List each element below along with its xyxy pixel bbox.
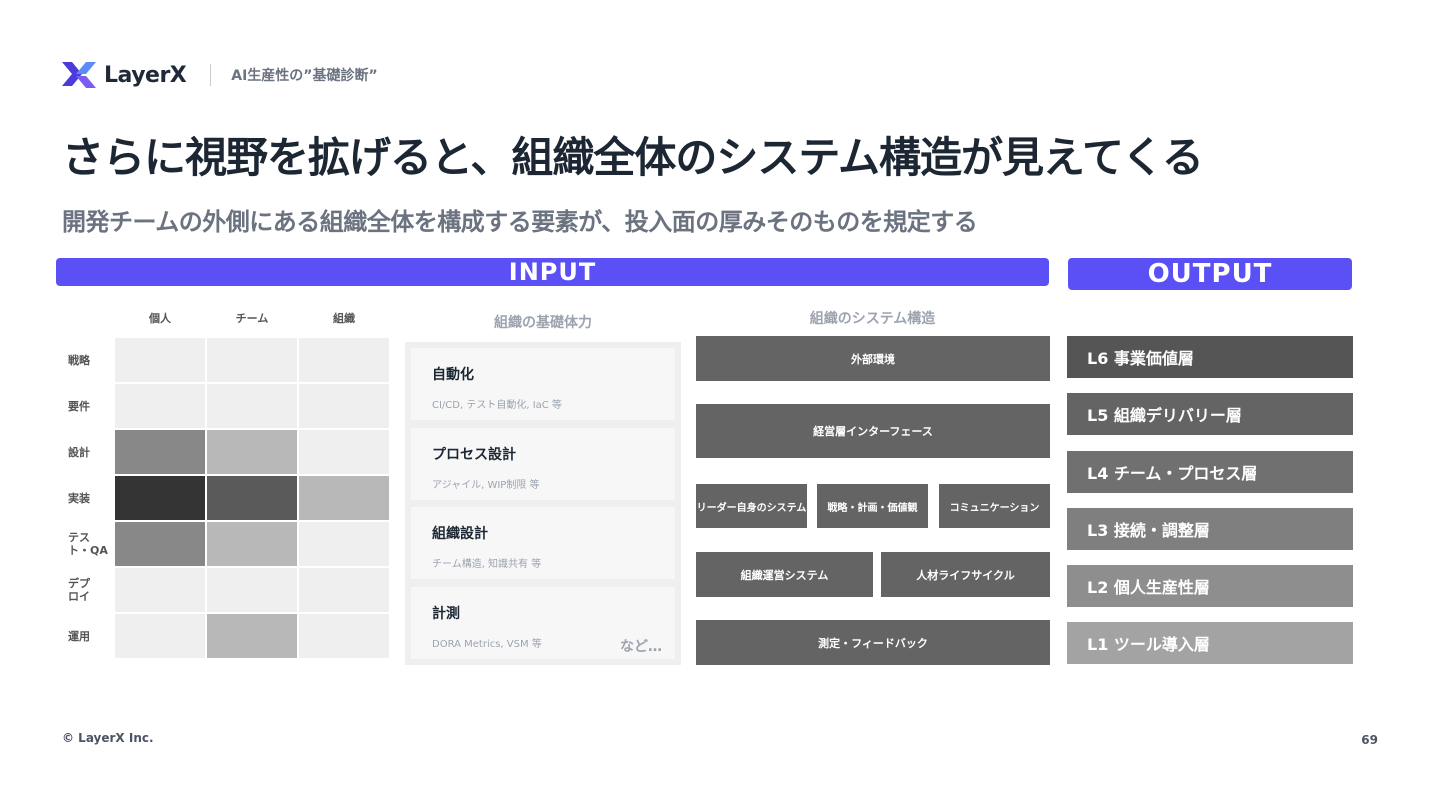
output-layer-l3: L3 接続・調整層: [1067, 508, 1353, 550]
output-banner: OUTPUT: [1068, 258, 1352, 290]
matrix-cell: [299, 614, 389, 658]
output-layer-l6: L6 事業価値層: [1067, 336, 1353, 378]
matrix-col-header: 個人: [149, 312, 171, 325]
page-number: 69: [1361, 733, 1378, 747]
matrix-col-header: 組織: [333, 312, 355, 325]
system-box-communication: コミュニケーション: [939, 484, 1050, 528]
capabilities-panel: 自動化 CI/CD, テスト自動化, IaC 等 プロセス設計 アジャイル, W…: [405, 342, 681, 665]
matrix-cell: [299, 476, 389, 520]
system-box-operations: 組織運営システム: [696, 552, 873, 597]
system-box-external: 外部環境: [696, 336, 1050, 381]
matrix-cell: [115, 614, 205, 658]
matrix-col-header: チーム: [235, 312, 269, 325]
matrix-row-header: デプロイ: [68, 577, 90, 603]
matrix-cell: [115, 568, 205, 612]
matrix-cell: [207, 338, 297, 382]
matrix-cell: [207, 522, 297, 566]
matrix-cell: [299, 430, 389, 474]
capability-card: 自動化 CI/CD, テスト自動化, IaC 等: [411, 348, 675, 420]
capability-name: 自動化: [432, 367, 474, 383]
capability-name: 計測: [432, 606, 460, 622]
matrix-cell: [207, 614, 297, 658]
system-box-strategy: 戦略・計画・価値観: [817, 484, 928, 528]
system-box-measurement: 測定・フィードバック: [696, 620, 1050, 665]
footer-copyright: © LayerX Inc.: [62, 731, 154, 745]
matrix-row-header: テスト・QA: [68, 531, 108, 557]
output-layer-l5: L5 組織デリバリー層: [1067, 393, 1353, 435]
page-title: さらに視野を拡げると、組織全体のシステム構造が見えてくる: [62, 133, 1204, 182]
matrix-cell: [207, 430, 297, 474]
capability-name: プロセス設計: [432, 447, 516, 463]
matrix-cell: [207, 384, 297, 428]
header-divider: [210, 64, 212, 86]
system-box-talent: 人材ライフサイクル: [881, 552, 1050, 597]
matrix-row-header: 戦略: [68, 353, 90, 367]
page-subtitle: 開発チームの外側にある組織全体を構成する要素が、投入面の厚みそのものを規定する: [62, 208, 978, 236]
matrix-row-header: 実装: [68, 491, 90, 505]
matrix-cell: [299, 568, 389, 612]
header: LayerX AI生産性の”基礎診断”: [62, 60, 378, 90]
matrix-cell: [299, 338, 389, 382]
capability-name: 組織設計: [432, 526, 488, 542]
output-layer-l2: L2 個人生産性層: [1067, 565, 1353, 607]
deck-subtitle: AI生産性の”基礎診断”: [231, 68, 378, 84]
capabilities-title: 組織の基礎体力: [494, 315, 592, 331]
system-box-leader: リーダー自身のシステム: [696, 484, 807, 528]
matrix-row-header: 要件: [68, 399, 90, 413]
output-layer-l4: L4 チーム・プロセス層: [1067, 451, 1353, 493]
layerx-logo-icon: [62, 62, 96, 88]
output-layer-l1: L1 ツール導入層: [1067, 622, 1353, 664]
matrix-cell: [299, 522, 389, 566]
capability-desc: DORA Metrics, VSM 等: [432, 639, 542, 650]
logo-text: LayerX: [104, 62, 187, 88]
matrix-cell: [115, 384, 205, 428]
capability-desc: CI/CD, テスト自動化, IaC 等: [432, 400, 562, 411]
input-banner: INPUT: [56, 258, 1049, 286]
matrix-row-header: 運用: [68, 629, 90, 643]
capability-card: プロセス設計 アジャイル, WIP制限 等: [411, 428, 675, 500]
capability-desc: チーム構造, 知識共有 等: [432, 559, 542, 570]
capability-desc: アジャイル, WIP制限 等: [432, 480, 540, 491]
matrix-cell: [115, 338, 205, 382]
capabilities-etc: など…: [620, 639, 662, 655]
matrix-row-header: 設計: [68, 445, 90, 459]
system-structure-title: 組織のシステム構造: [809, 311, 936, 327]
system-box-management: 経営層インターフェース: [696, 404, 1050, 458]
capability-card: 組織設計 チーム構造, 知識共有 等: [411, 507, 675, 579]
matrix-cell: [115, 430, 205, 474]
matrix-cell: [115, 476, 205, 520]
matrix-cell: [115, 522, 205, 566]
matrix-cell: [207, 476, 297, 520]
matrix-cell: [299, 384, 389, 428]
matrix-cell: [207, 568, 297, 612]
